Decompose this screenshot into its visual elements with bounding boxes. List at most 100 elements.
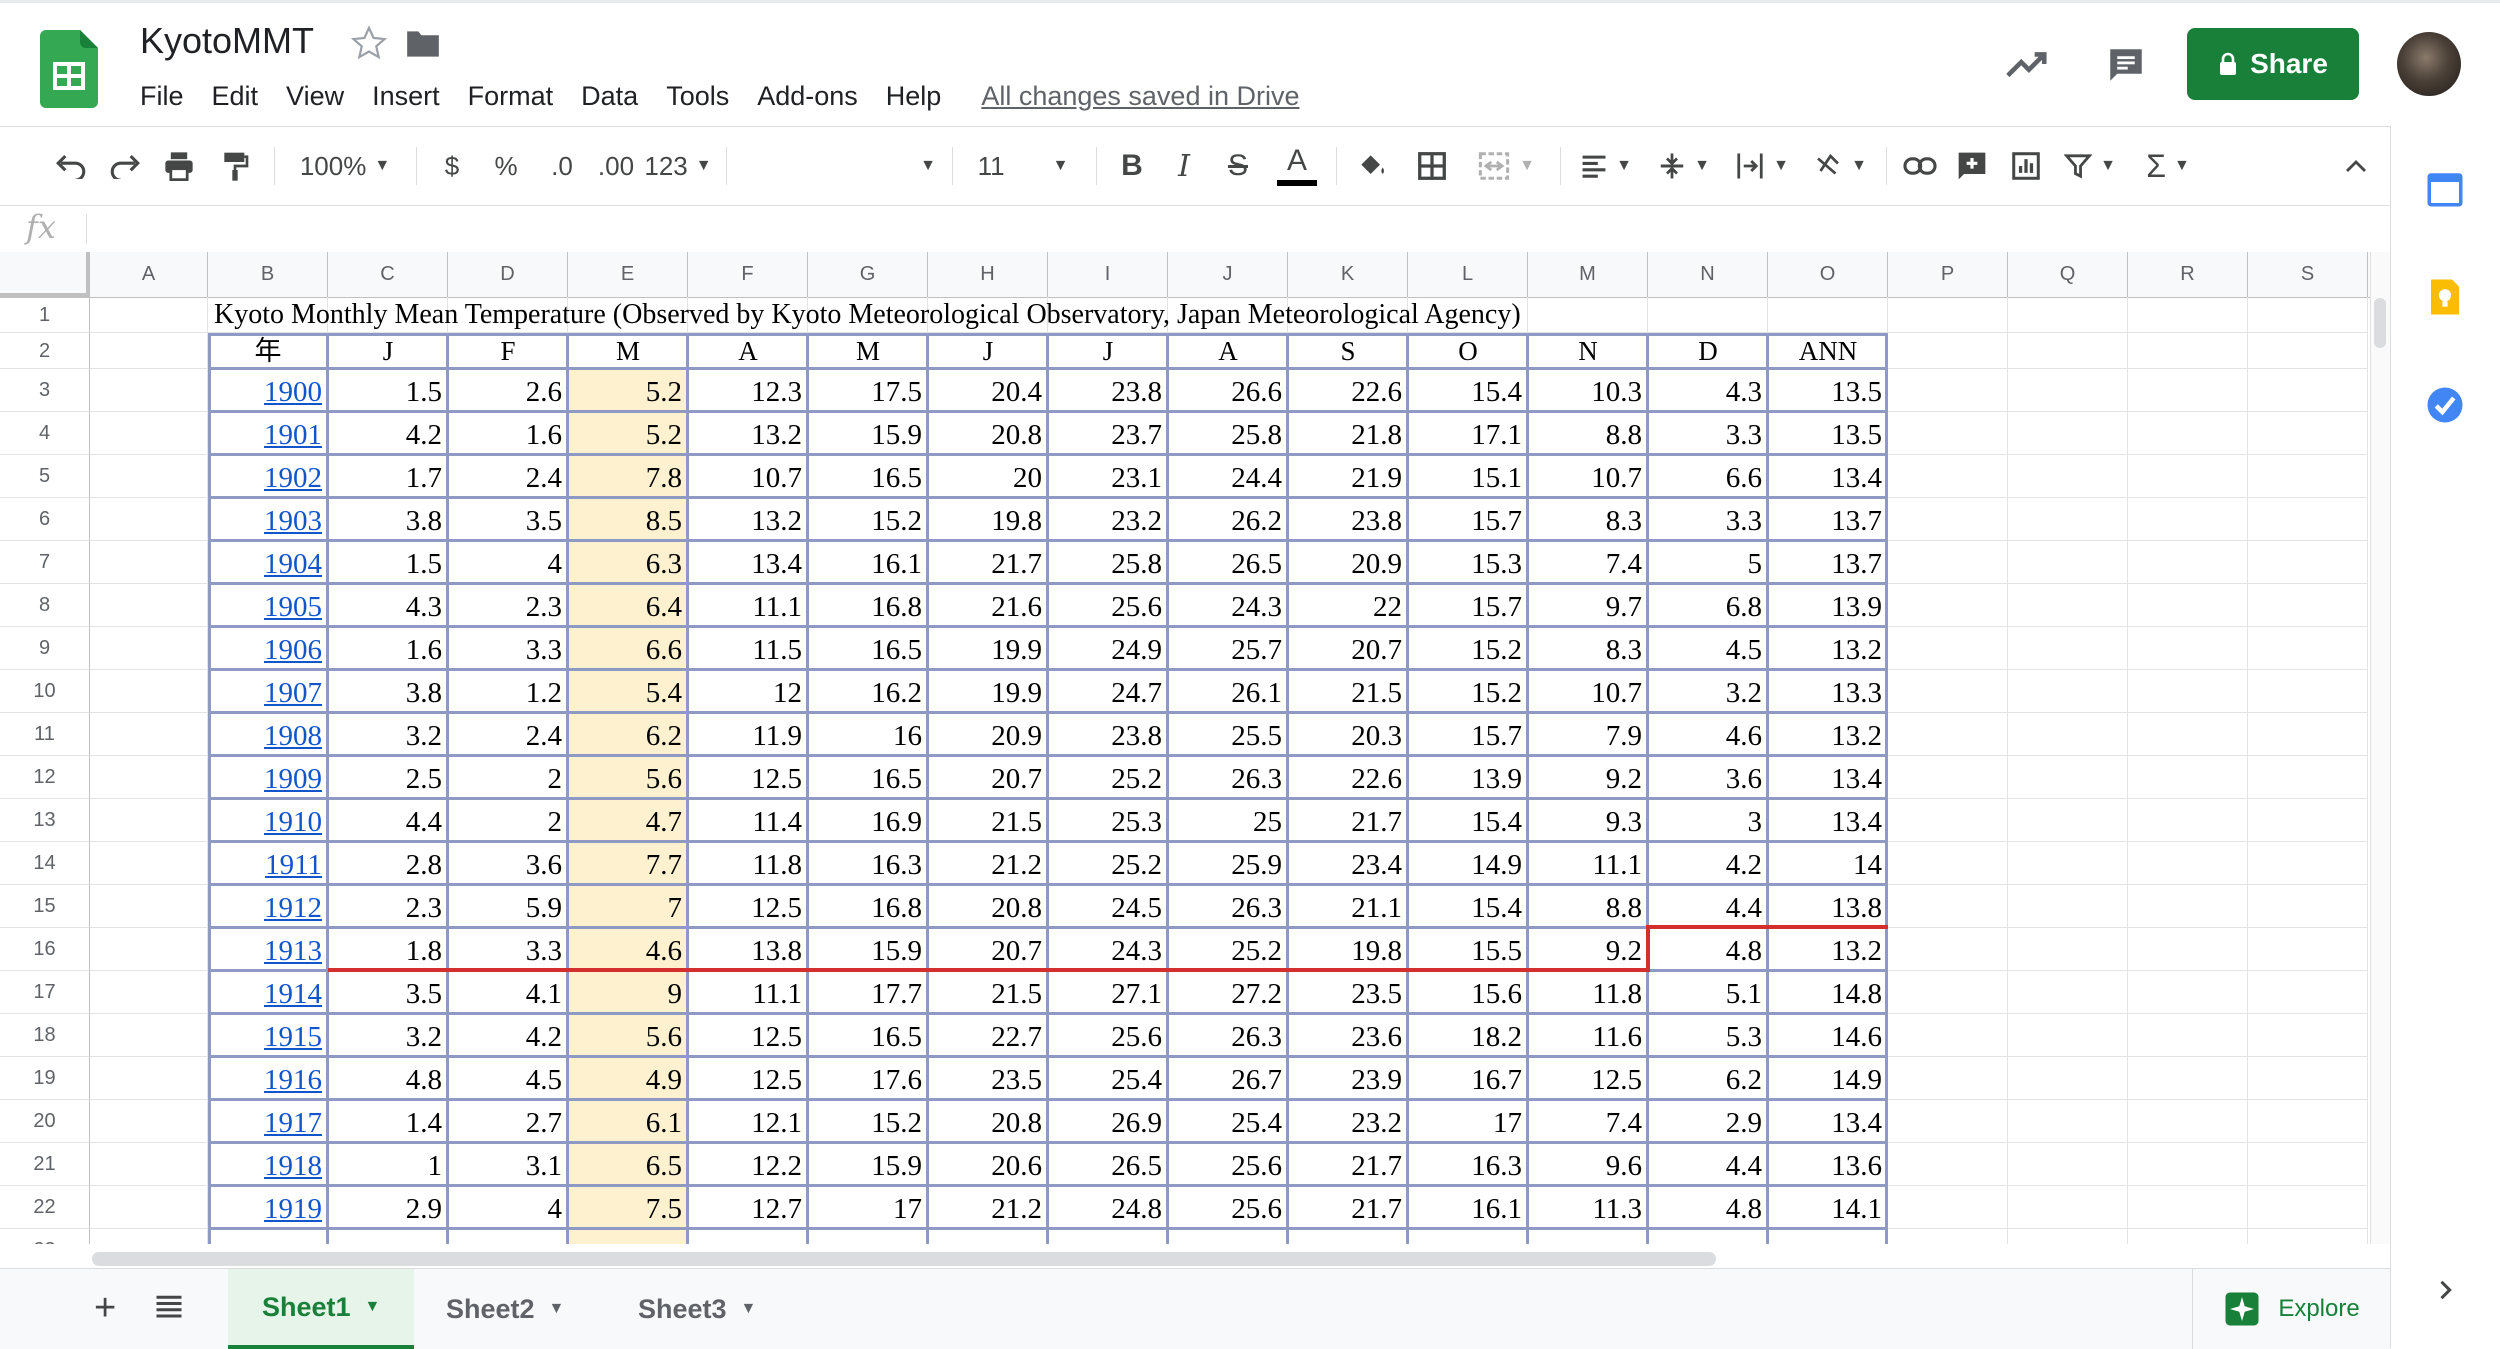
year-link[interactable]: 1909 [208,756,328,799]
borders-icon[interactable] [1410,127,1454,205]
table-cell[interactable]: 14.6 [1768,1014,1888,1057]
table-cell[interactable]: 15.1 [1408,455,1528,498]
table-header-cell[interactable]: D [1648,333,1768,369]
table-cell[interactable]: 15.9 [808,1143,928,1186]
year-link[interactable]: 1916 [208,1057,328,1100]
table-cell[interactable]: 16.8 [808,885,928,928]
table-cell[interactable]: 10.7 [1528,455,1648,498]
table-cell[interactable]: 4.7 [568,799,688,842]
year-link[interactable]: 1905 [208,584,328,627]
year-link[interactable]: 1901 [208,412,328,455]
table-cell[interactable]: 4.4 [1648,885,1768,928]
table-cell[interactable]: 3.3 [448,928,568,971]
table-header-cell[interactable]: M [808,333,928,369]
table-cell[interactable]: 9.2 [1528,928,1648,971]
table-cell[interactable]: 25.2 [1048,842,1168,885]
table-cell[interactable]: 13.2 [688,498,808,541]
table-cell[interactable]: 15.3 [1408,541,1528,584]
table-cell[interactable]: 27.1 [1048,971,1168,1014]
table-cell[interactable]: 23.4 [1288,842,1408,885]
table-cell[interactable]: 13.9 [1408,756,1528,799]
table-cell[interactable]: 21.5 [1288,670,1408,713]
table-cell[interactable]: 13.5 [1768,369,1888,412]
functions-icon[interactable]: Σ ▼ [2136,127,2200,205]
row-header-21[interactable]: 21 [0,1143,90,1186]
menu-format[interactable]: Format [454,78,568,114]
row-header-7[interactable]: 7 [0,541,90,584]
table-cell[interactable]: 12.2 [688,1143,808,1186]
table-cell[interactable]: 21.9 [1288,455,1408,498]
table-header-cell[interactable]: J [1048,333,1168,369]
table-cell[interactable]: 3.8 [328,498,448,541]
table-cell[interactable]: 25.4 [1048,1057,1168,1100]
table-cell[interactable]: 2.7 [448,1100,568,1143]
table-cell[interactable]: 10.7 [1528,670,1648,713]
table-cell[interactable]: 23.8 [1048,369,1168,412]
table-cell[interactable]: 25.8 [1168,412,1288,455]
table-cell[interactable]: 24.3 [1168,584,1288,627]
table-cell[interactable]: 26.3 [1168,885,1288,928]
table-cell[interactable]: 11.1 [688,971,808,1014]
table-cell[interactable]: 5.6 [568,756,688,799]
horizontal-scroll-thumb[interactable] [92,1252,1716,1266]
table-cell[interactable]: 1.2 [448,670,568,713]
table-cell[interactable]: 23.6 [1288,1014,1408,1057]
year-link[interactable]: 1917 [208,1100,328,1143]
year-link[interactable]: 1902 [208,455,328,498]
table-cell[interactable]: 2.5 [328,756,448,799]
table-cell[interactable]: 4.2 [1648,842,1768,885]
redo-icon[interactable] [102,127,148,205]
table-cell[interactable]: 6.1 [568,1100,688,1143]
table-cell[interactable]: 14.9 [1768,1057,1888,1100]
table-cell[interactable]: 20.8 [928,1100,1048,1143]
table-cell[interactable]: 20.8 [928,885,1048,928]
table-cell[interactable]: 2.3 [448,584,568,627]
table-cell[interactable]: 3.6 [448,842,568,885]
table-cell[interactable]: 11.8 [1528,971,1648,1014]
spreadsheet-grid[interactable]: ABCDEFGHIJKLMNOPQRS 1 2 3 4 5 6 7 8 9 10 11 12 13 14 1… [0,252,2370,1244]
row-header-12[interactable]: 12 [0,756,90,799]
decrease-decimal-button[interactable]: .0 [540,127,584,205]
italic-button[interactable]: I [1162,127,1206,205]
table-cell[interactable]: 16.7 [1408,1057,1528,1100]
table-cell[interactable]: 9 [568,971,688,1014]
year-link[interactable]: 1900 [208,369,328,412]
table-cell[interactable]: 3.5 [328,971,448,1014]
table-cell[interactable]: 4.2 [328,412,448,455]
table-cell[interactable]: 6.4 [568,584,688,627]
table-cell[interactable]: 20.9 [1288,541,1408,584]
table-cell[interactable]: 4.4 [1648,1143,1768,1186]
table-cell[interactable]: 19.8 [928,498,1048,541]
table-cell[interactable]: 6.3 [568,541,688,584]
table-cell[interactable]: 25.4 [1168,1100,1288,1143]
table-cell[interactable]: 15.9 [808,928,928,971]
column-header-q[interactable]: Q [2008,252,2128,297]
table-cell[interactable]: 11.3 [1528,1186,1648,1229]
table-cell[interactable]: 20.4 [928,369,1048,412]
table-cell[interactable]: 13.2 [688,412,808,455]
column-header-a[interactable]: A [90,252,208,297]
table-header-cell[interactable]: 年 [208,333,328,369]
row-header-14[interactable]: 14 [0,842,90,885]
table-cell[interactable]: 1.5 [328,369,448,412]
table-cell[interactable]: 6.5 [568,1143,688,1186]
table-cell[interactable]: 2 [448,756,568,799]
row-header-20[interactable]: 20 [0,1100,90,1143]
table-cell[interactable]: 13.4 [1768,756,1888,799]
table-cell[interactable]: 1.7 [328,455,448,498]
vertical-scroll-thumb[interactable] [2374,298,2386,348]
table-cell[interactable]: 6.2 [1648,1057,1768,1100]
row-header-5[interactable]: 5 [0,455,90,498]
table-cell[interactable]: 22.6 [1288,369,1408,412]
row-header-10[interactable]: 10 [0,670,90,713]
table-cell[interactable]: 23.5 [1288,971,1408,1014]
table-cell[interactable]: 20.7 [1288,627,1408,670]
table-cell[interactable]: 10.3 [1528,369,1648,412]
more-formats-select[interactable]: 123 ▼ [644,127,711,205]
table-cell[interactable]: 4 [448,1186,568,1229]
table-cell[interactable]: 23.1 [1048,455,1168,498]
table-cell[interactable]: 13.4 [1768,1100,1888,1143]
table-cell[interactable]: 13.7 [1768,541,1888,584]
table-cell[interactable]: 13.4 [688,541,808,584]
calendar-icon[interactable] [2424,168,2466,210]
